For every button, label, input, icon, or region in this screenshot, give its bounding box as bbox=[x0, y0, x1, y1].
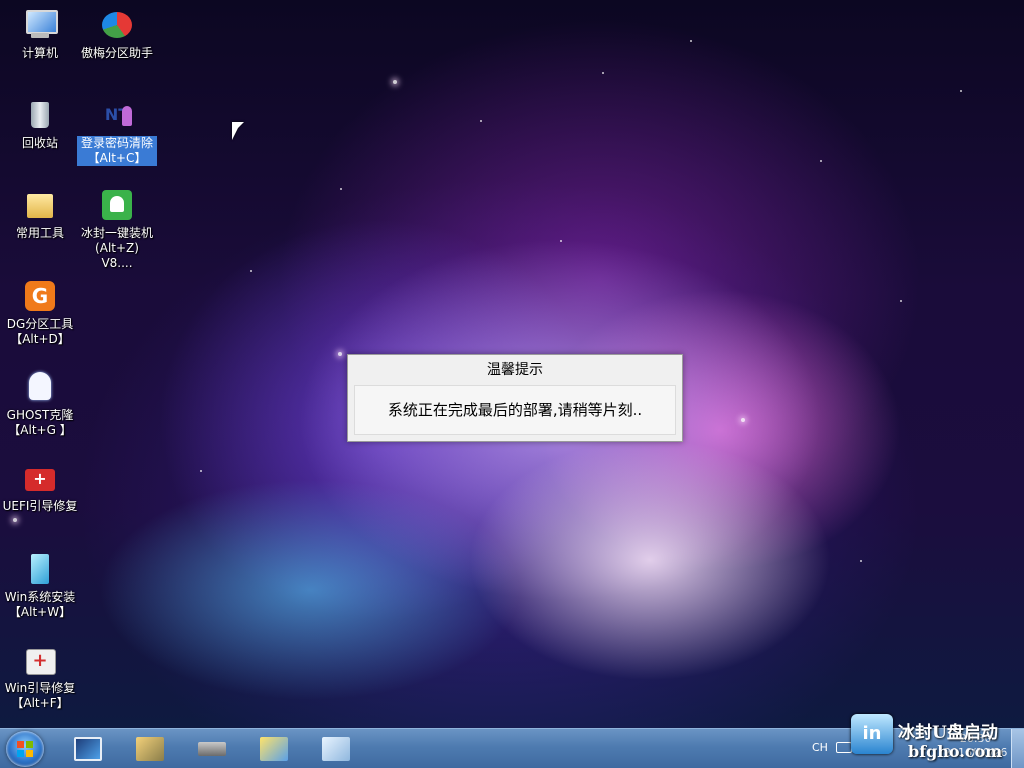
memory-chip-icon bbox=[198, 742, 226, 756]
desktop-icon-shortcut: 【Alt+W】 bbox=[8, 605, 72, 619]
desktop-icon-diskgenius[interactable]: DG分区工具 【Alt+D】 bbox=[0, 279, 80, 347]
desktop-icon-computer[interactable]: 计算机 bbox=[0, 8, 80, 61]
desktop-icon-boot-repair[interactable]: Win引导修复 【Alt+F】 bbox=[0, 643, 80, 711]
desktop-icon-label: 登录密码清除 bbox=[77, 136, 157, 151]
ghost-green-icon bbox=[100, 188, 134, 222]
desktop-icon-one-key-install[interactable]: 冰封一键装机 (Alt+Z) V8.... bbox=[77, 188, 157, 271]
desktop-icon-label: Win引导修复 bbox=[4, 681, 76, 695]
mouse-cursor-icon bbox=[232, 122, 244, 140]
star bbox=[690, 40, 692, 42]
desktop-icon-common-tools[interactable]: 常用工具 bbox=[0, 188, 80, 241]
notice-dialog: 温馨提示 系统正在完成最后的部署,请稍等片刻.. bbox=[347, 354, 683, 442]
star bbox=[13, 518, 17, 522]
star bbox=[200, 470, 202, 472]
toolbox-icon bbox=[23, 461, 57, 495]
keyboard-icon[interactable] bbox=[836, 742, 852, 753]
desktop-icon-label: Win系统安装 bbox=[4, 590, 76, 604]
show-desktop-button[interactable] bbox=[1011, 729, 1024, 768]
taskbar-app-cleaner[interactable] bbox=[130, 733, 170, 765]
start-button[interactable] bbox=[6, 731, 44, 767]
desktop-icon-win-install[interactable]: Win系统安装 【Alt+W】 bbox=[0, 552, 80, 620]
desktop-icon-ghost-clone[interactable]: GHOST克隆 【Alt+G 】 bbox=[0, 370, 80, 438]
broom-icon bbox=[136, 737, 164, 761]
desktop-icon-label: 常用工具 bbox=[15, 226, 64, 240]
star bbox=[338, 352, 342, 356]
brand-logo-icon: in bbox=[851, 714, 893, 754]
star bbox=[900, 300, 902, 302]
brand-url: bfgho.com bbox=[908, 742, 1003, 761]
star bbox=[960, 90, 962, 92]
folder-icon bbox=[23, 188, 57, 222]
notepad-icon bbox=[322, 737, 350, 761]
desktop-icon-recycle-bin[interactable]: 回收站 bbox=[0, 98, 80, 151]
taskbar-app-image-viewer[interactable] bbox=[254, 733, 294, 765]
taskbar-app-memory[interactable] bbox=[192, 733, 232, 765]
computer-icon bbox=[23, 8, 58, 42]
desktop-icon-shortcut: (Alt+Z) V8.... bbox=[95, 241, 139, 270]
taskbar-app-notepad[interactable] bbox=[316, 733, 356, 765]
star bbox=[602, 72, 604, 74]
star bbox=[560, 240, 562, 242]
desktop-icon-label: 傲梅分区助手 bbox=[80, 46, 153, 60]
star bbox=[480, 120, 482, 122]
windows-setup-icon bbox=[23, 552, 57, 586]
desktop-icon-label: DG分区工具 bbox=[6, 317, 74, 331]
nt-password-icon: NT bbox=[100, 98, 134, 132]
windows-logo-icon bbox=[17, 741, 33, 757]
star bbox=[860, 560, 862, 562]
dialog-title: 温馨提示 bbox=[487, 362, 543, 378]
desktop-icon-label: 计算机 bbox=[21, 46, 58, 60]
diskgenius-icon bbox=[23, 279, 57, 313]
desktop-icon-password-reset[interactable]: NT 登录密码清除 【Alt+C】 bbox=[77, 98, 157, 166]
ghost-icon bbox=[23, 370, 57, 404]
desktop-icon-shortcut: 【Alt+F】 bbox=[11, 696, 69, 710]
dialog-message: 系统正在完成最后的部署,请稍等片刻.. bbox=[354, 385, 676, 435]
desktop-icon-shortcut: 【Alt+C】 bbox=[77, 151, 157, 166]
desktop-icon-uefi-repair[interactable]: UEFI引导修复 bbox=[0, 461, 80, 514]
desktop-icon-label: UEFI引导修复 bbox=[2, 499, 78, 513]
desktop-icon-aomei-partition[interactable]: 傲梅分区助手 bbox=[77, 8, 157, 61]
desktop-icon-label: 回收站 bbox=[21, 136, 58, 150]
monitor-icon bbox=[74, 737, 102, 761]
desktop-icon-label: 冰封一键装机 bbox=[80, 226, 153, 240]
taskbar-app-monitor[interactable] bbox=[68, 733, 108, 765]
language-indicator[interactable]: CH bbox=[812, 741, 828, 754]
image-magnifier-icon bbox=[260, 737, 288, 761]
star bbox=[340, 188, 342, 190]
brand-text: 冰封U盘启动 bbox=[898, 723, 998, 743]
recycle-bin-icon bbox=[23, 98, 57, 132]
star bbox=[820, 160, 822, 162]
desktop-icon-shortcut: 【Alt+D】 bbox=[10, 332, 70, 346]
medkit-icon bbox=[23, 643, 57, 677]
partition-assistant-icon bbox=[100, 8, 134, 42]
star bbox=[250, 270, 252, 272]
desktop-icon-shortcut: 【Alt+G 】 bbox=[8, 423, 72, 437]
desktop-icon-label: GHOST克隆 bbox=[6, 408, 74, 422]
star bbox=[741, 418, 745, 422]
star bbox=[393, 80, 397, 84]
